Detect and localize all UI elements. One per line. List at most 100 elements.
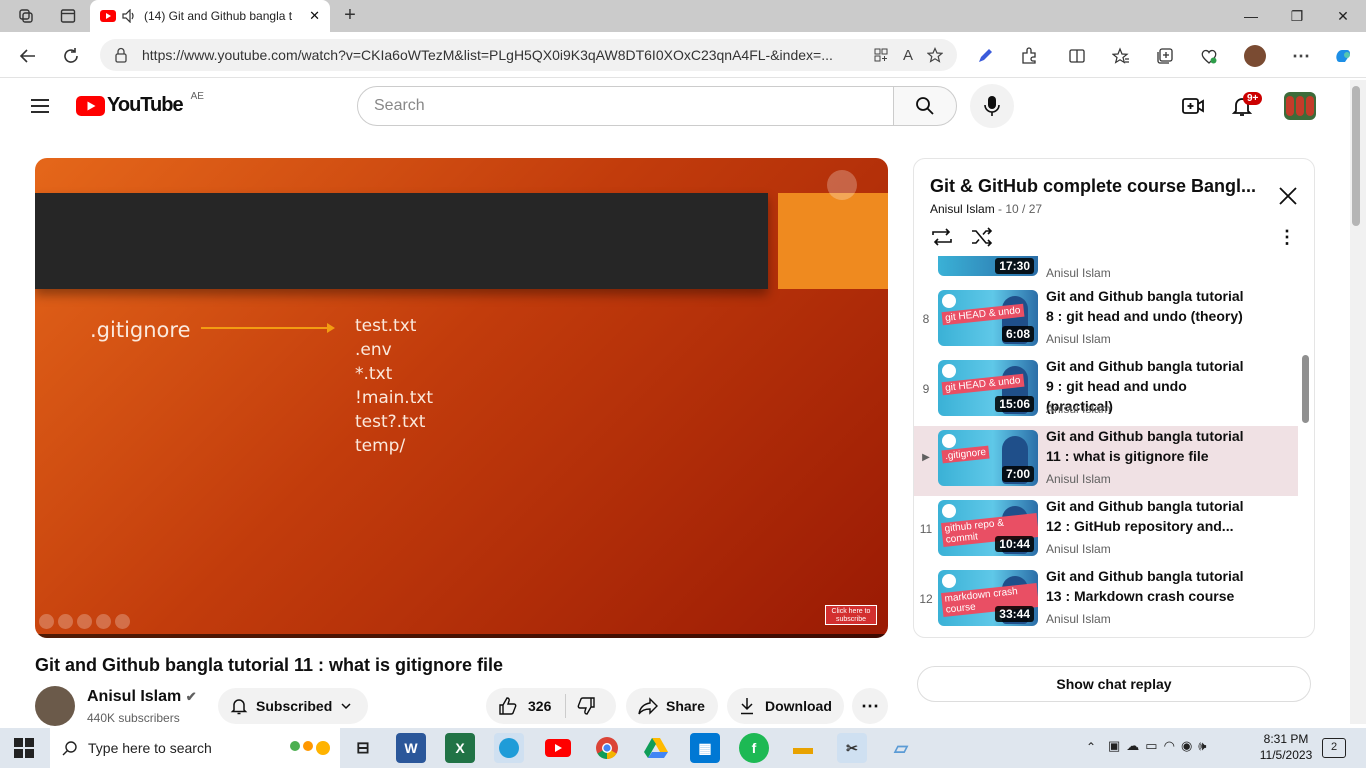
show-hidden-icons-icon[interactable]: ⌃ (1086, 740, 1096, 754)
chrome-app-icon[interactable] (592, 733, 622, 763)
playlist-item-current[interactable]: ▶ .gitignore 7:00 Git and Github bangla t… (914, 426, 1298, 496)
subscribed-button[interactable]: Subscribed (218, 688, 368, 724)
settings-more-icon[interactable]: ⋯ (1288, 43, 1314, 69)
tab-actions-icon[interactable] (52, 4, 84, 28)
tray-app-icon[interactable]: ▣ (1108, 738, 1120, 754)
more-actions-button[interactable]: ⋯ (852, 688, 888, 724)
playlist-thumbnail: markdown crash course 33:44 (938, 570, 1038, 626)
youtube-logo[interactable]: YouTube AE (76, 91, 204, 117)
playlist-item[interactable]: 12 markdown crash course 33:44 Git and Gi… (914, 566, 1298, 636)
close-tab-icon[interactable]: ✕ (309, 8, 320, 24)
pen-extension-icon[interactable] (972, 43, 998, 69)
search-highlight-icon (290, 741, 330, 755)
slide-file: temp/ (355, 436, 406, 456)
search-button[interactable] (893, 86, 957, 126)
read-aloud-icon[interactable]: A (903, 47, 913, 64)
playlist-title[interactable]: Git & GitHub complete course Bangl... (930, 176, 1260, 197)
menu-icon[interactable] (28, 94, 52, 118)
share-button[interactable]: Share (626, 688, 718, 724)
favorites-icon[interactable] (1108, 43, 1134, 69)
subscribe-overlay-button[interactable]: Click here to subscribe (825, 605, 877, 625)
dislike-icon[interactable] (576, 696, 596, 716)
page-scrollbar[interactable] (1352, 86, 1360, 226)
excel-app-icon[interactable]: X (445, 733, 475, 763)
progress-bar[interactable] (35, 634, 888, 638)
extensions-icon[interactable] (1016, 43, 1042, 69)
onedrive-icon[interactable]: ☁ (1126, 738, 1139, 754)
snipping-tool-icon[interactable]: ✂ (837, 733, 867, 763)
file-explorer-icon[interactable]: ▬ (788, 733, 818, 763)
channel-watermark-icon[interactable] (827, 170, 857, 200)
workspaces-icon[interactable] (10, 4, 42, 28)
playlist-item[interactable]: 11 github repo & commit 10:44 Git and Git… (914, 496, 1298, 566)
browser-essentials-icon[interactable] (1196, 43, 1222, 69)
taskbar-search[interactable]: Type here to search (50, 728, 340, 768)
playlist-item[interactable]: 8 git HEAD & undo 6:08 Git and Github ban… (914, 286, 1298, 356)
playlist-item-number: 8 (922, 312, 930, 326)
url-text[interactable]: https://www.youtube.com/watch?v=CKIa6oWT… (142, 47, 859, 63)
shuffle-playlist-icon[interactable] (970, 226, 994, 248)
playlist-menu-icon[interactable]: ⋮ (1278, 226, 1296, 248)
like-count[interactable]: 326 (528, 698, 551, 714)
microsoft-store-icon[interactable]: ▦ (690, 733, 720, 763)
like-divider (565, 694, 567, 718)
slide-menu-icon[interactable] (77, 614, 92, 629)
new-tab-button[interactable]: + (338, 4, 362, 28)
copilot-icon[interactable] (1330, 43, 1356, 69)
notification-center-icon[interactable]: 2 (1322, 738, 1346, 758)
close-playlist-icon[interactable] (1276, 184, 1300, 208)
playlist-owner[interactable]: Anisul Islam (930, 202, 995, 216)
lock-icon[interactable] (114, 47, 128, 63)
show-chat-replay-button[interactable]: Show chat replay (917, 666, 1311, 702)
youtube-app-icon[interactable] (543, 733, 573, 763)
channel-avatar[interactable] (35, 686, 75, 726)
edge-app-icon[interactable] (494, 733, 524, 763)
playlist-item-channel: Anisul Islam (1046, 266, 1111, 280)
fiverr-app-icon[interactable]: f (739, 733, 769, 763)
playlist-item-number: 9 (922, 382, 930, 396)
minimize-button[interactable]: — (1228, 0, 1274, 32)
account-avatar[interactable] (1284, 92, 1316, 120)
playlist-item[interactable]: 9 git HEAD & undo 15:06 Git and Github ba… (914, 356, 1298, 426)
next-slide-icon[interactable] (115, 614, 130, 629)
video-player[interactable]: .gitignore test.txt .env *.txt !main.txt… (35, 158, 888, 638)
app-available-icon[interactable] (873, 47, 889, 63)
refresh-icon[interactable] (58, 43, 84, 69)
create-video-icon[interactable] (1181, 94, 1205, 118)
search-input[interactable]: Search (357, 86, 894, 126)
audio-playing-icon[interactable] (122, 9, 138, 23)
video-duration: 6:08 (1001, 326, 1034, 342)
notepad-app-icon[interactable]: ▱ (886, 733, 916, 763)
favorite-star-icon[interactable] (927, 47, 943, 63)
back-icon[interactable] (15, 43, 41, 69)
playlist-scrollbar[interactable] (1302, 355, 1309, 423)
pen-tool-icon[interactable] (58, 614, 73, 629)
voice-search-button[interactable] (970, 84, 1014, 128)
playlist-item-partial[interactable]: 17:30 Anisul Islam (914, 256, 1298, 282)
task-view-icon[interactable]: ⊟ (348, 733, 378, 763)
profile-avatar[interactable] (1242, 43, 1268, 69)
google-drive-icon[interactable] (641, 733, 671, 763)
taskbar-clock[interactable]: 8:31 PM 11/5/2023 (1256, 731, 1316, 763)
address-bar[interactable]: https://www.youtube.com/watch?v=CKIa6oWT… (100, 39, 957, 71)
maximize-button[interactable]: ❐ (1274, 0, 1320, 32)
slide-options-icon[interactable] (96, 614, 111, 629)
loop-playlist-icon[interactable] (930, 226, 954, 248)
download-button[interactable]: Download (727, 688, 844, 724)
tab-title: (14) Git and Github bangla t (144, 9, 293, 23)
previous-slide-icon[interactable] (39, 614, 54, 629)
word-app-icon[interactable]: W (396, 733, 426, 763)
split-screen-icon[interactable] (1064, 43, 1090, 69)
camera-icon[interactable]: ◉ (1181, 738, 1192, 754)
channel-name[interactable]: Anisul Islam ✔ (87, 688, 197, 706)
volume-icon[interactable]: 🕪 (1198, 738, 1206, 754)
like-icon[interactable] (498, 696, 518, 716)
close-window-button[interactable]: ✕ (1320, 0, 1366, 32)
collections-icon[interactable] (1152, 43, 1178, 69)
download-label: Download (765, 698, 832, 714)
playlist-item-channel: Anisul Islam (1046, 542, 1111, 556)
battery-icon[interactable]: ▭ (1145, 738, 1157, 754)
browser-tab-active[interactable]: (14) Git and Github bangla t ✕ (90, 0, 330, 32)
windows-start-icon[interactable] (14, 738, 34, 758)
wifi-icon[interactable]: ◠ (1164, 738, 1175, 754)
